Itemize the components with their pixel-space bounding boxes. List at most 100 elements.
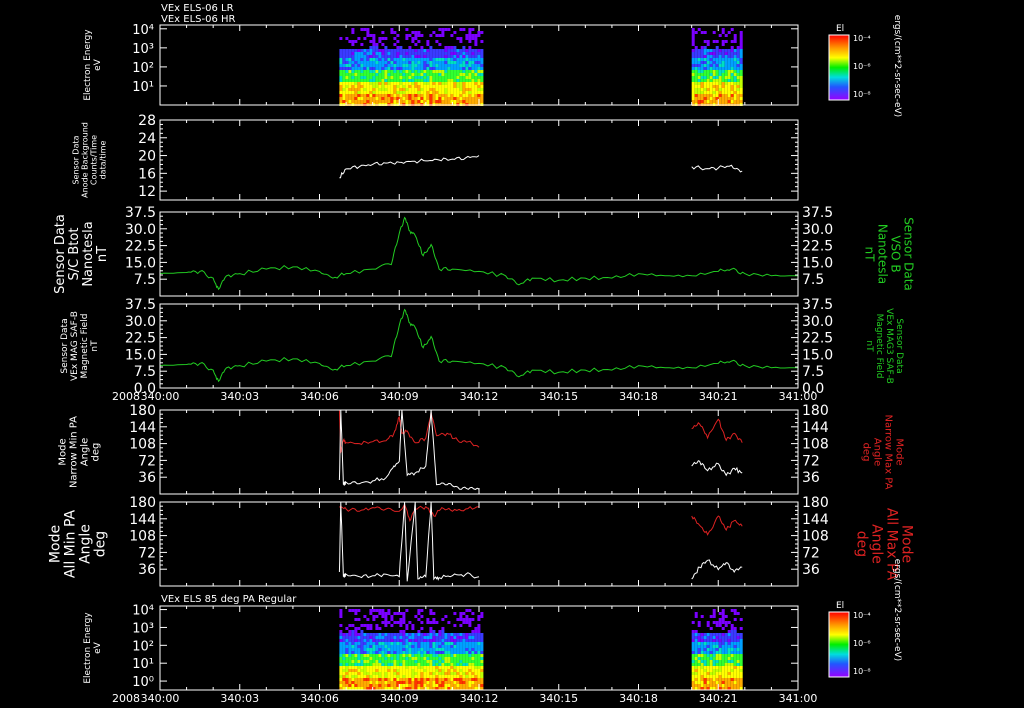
spectrogram-cell	[703, 678, 707, 681]
spectrogram-cell	[432, 64, 436, 67]
year-label: 2008	[112, 390, 140, 403]
spectrogram-cell	[715, 88, 719, 91]
spectrogram-cell	[450, 675, 454, 678]
spectrogram-cell	[721, 31, 725, 34]
spectrogram-cell	[417, 639, 421, 642]
spectrogram-cell	[417, 663, 421, 666]
spectrogram-cell	[441, 28, 445, 31]
spectrogram-cell	[411, 645, 415, 648]
spectrogram-cell	[468, 645, 472, 648]
spectrogram-cell	[444, 55, 448, 58]
spectrogram-cell	[465, 657, 469, 660]
spectrogram-cell	[444, 46, 448, 49]
spectrogram-cell	[348, 58, 352, 61]
spectrogram-cell	[369, 85, 373, 88]
spectrogram-cell	[435, 636, 439, 639]
spectrogram-cell	[393, 76, 397, 79]
spectrogram-cell	[432, 88, 436, 91]
panel6-ylabel-right: deg	[854, 531, 870, 557]
y-tick-label: 22.5	[125, 331, 156, 347]
spectrogram-cell	[462, 672, 466, 675]
spectrogram-cell	[345, 76, 349, 79]
spectrogram-cell	[733, 654, 737, 657]
spectrogram-cell	[718, 651, 722, 654]
spectrogram-cell	[709, 70, 713, 73]
spectrogram-cell	[730, 94, 734, 97]
spectrogram-cell	[727, 633, 731, 636]
spectrogram-cell	[405, 85, 409, 88]
spectrogram-cell	[342, 88, 346, 91]
spectrogram-cell	[694, 678, 698, 681]
spectrogram-cell	[456, 67, 460, 70]
spectrogram-cell	[414, 58, 418, 61]
spectrogram-cell	[477, 648, 481, 651]
bottom-panel-title: VEx ELS 85 deg PA Regular	[161, 594, 297, 605]
spectrogram-cell	[694, 645, 698, 648]
spectrogram-cell	[691, 58, 695, 61]
spectrogram-cell	[736, 657, 740, 660]
colorbar-tick-label: 10⁻⁶	[853, 639, 871, 648]
spectrogram-cell	[694, 58, 698, 61]
spectrogram-cell	[694, 681, 698, 684]
spectrogram-cell	[715, 651, 719, 654]
spectrogram-cell	[471, 88, 475, 91]
spectrogram-cell	[724, 55, 728, 58]
spectrogram-cell	[369, 40, 373, 43]
spectrogram-cell	[369, 34, 373, 37]
spectrogram-cell	[390, 651, 394, 654]
spectrogram-cell	[411, 642, 415, 645]
spectrogram-cell	[396, 76, 400, 79]
spectrogram-cell	[691, 67, 695, 70]
spectrogram-cell	[691, 636, 695, 639]
spectrogram-cell	[405, 657, 409, 660]
spectrogram-cell	[345, 672, 349, 675]
spectrogram-cell	[697, 663, 701, 666]
spectrogram-cell	[721, 654, 725, 657]
spectrogram-cell	[432, 636, 436, 639]
spectrogram-cell	[378, 651, 382, 654]
spectrogram-cell	[405, 663, 409, 666]
units-label-bottom: ergs/(cm**2-sr-sec-eV)	[892, 559, 902, 661]
spectrogram-cell	[405, 654, 409, 657]
spectrogram-cell	[721, 67, 725, 70]
spectrogram-cell	[697, 645, 701, 648]
y-tick-label: 7.5	[134, 364, 156, 380]
spectrogram-cell	[462, 663, 466, 666]
spectrogram-cell	[709, 73, 713, 76]
spectrogram-cell	[700, 52, 704, 55]
spectrogram-cell	[378, 61, 382, 64]
spectrogram-cell	[474, 97, 478, 100]
spectrogram-cell	[459, 612, 463, 615]
spectrogram-cell	[402, 621, 406, 624]
spectrogram-cell	[438, 666, 442, 669]
spectrogram-cell	[700, 64, 704, 67]
spectrogram-cell	[718, 684, 722, 687]
spectrogram-cell	[366, 633, 370, 636]
spectrogram-cell	[736, 684, 740, 687]
spectrogram-cell	[384, 648, 388, 651]
spectrogram-cell	[366, 88, 370, 91]
spectrogram-cell	[408, 94, 412, 97]
spectrogram-cell	[342, 657, 346, 660]
spectrogram-cell	[411, 669, 415, 672]
spectrogram-cell	[360, 70, 364, 73]
spectrogram-cell	[453, 91, 457, 94]
spectrogram-cell	[381, 76, 385, 79]
spectrogram-cell	[357, 663, 361, 666]
spectrogram-cell	[739, 31, 743, 34]
spectrogram-cell	[369, 64, 373, 67]
spectrogram-cell	[724, 49, 728, 52]
spectrogram-cell	[721, 621, 725, 624]
spectrogram-cell	[718, 666, 722, 669]
spectrogram-cell	[718, 624, 722, 627]
spectrogram-cell	[357, 85, 361, 88]
spectrogram-cell	[345, 684, 349, 687]
spectrogram-cell	[691, 660, 695, 663]
spectrogram-cell	[414, 70, 418, 73]
spectrogram-cell	[462, 73, 466, 76]
spectrogram-cell	[432, 657, 436, 660]
panel5-ylabel-right: Angle	[872, 438, 883, 466]
panel4-ylabel-right: nT	[864, 340, 874, 352]
spectrogram-cell	[706, 660, 710, 663]
spectrogram-cell	[378, 636, 382, 639]
